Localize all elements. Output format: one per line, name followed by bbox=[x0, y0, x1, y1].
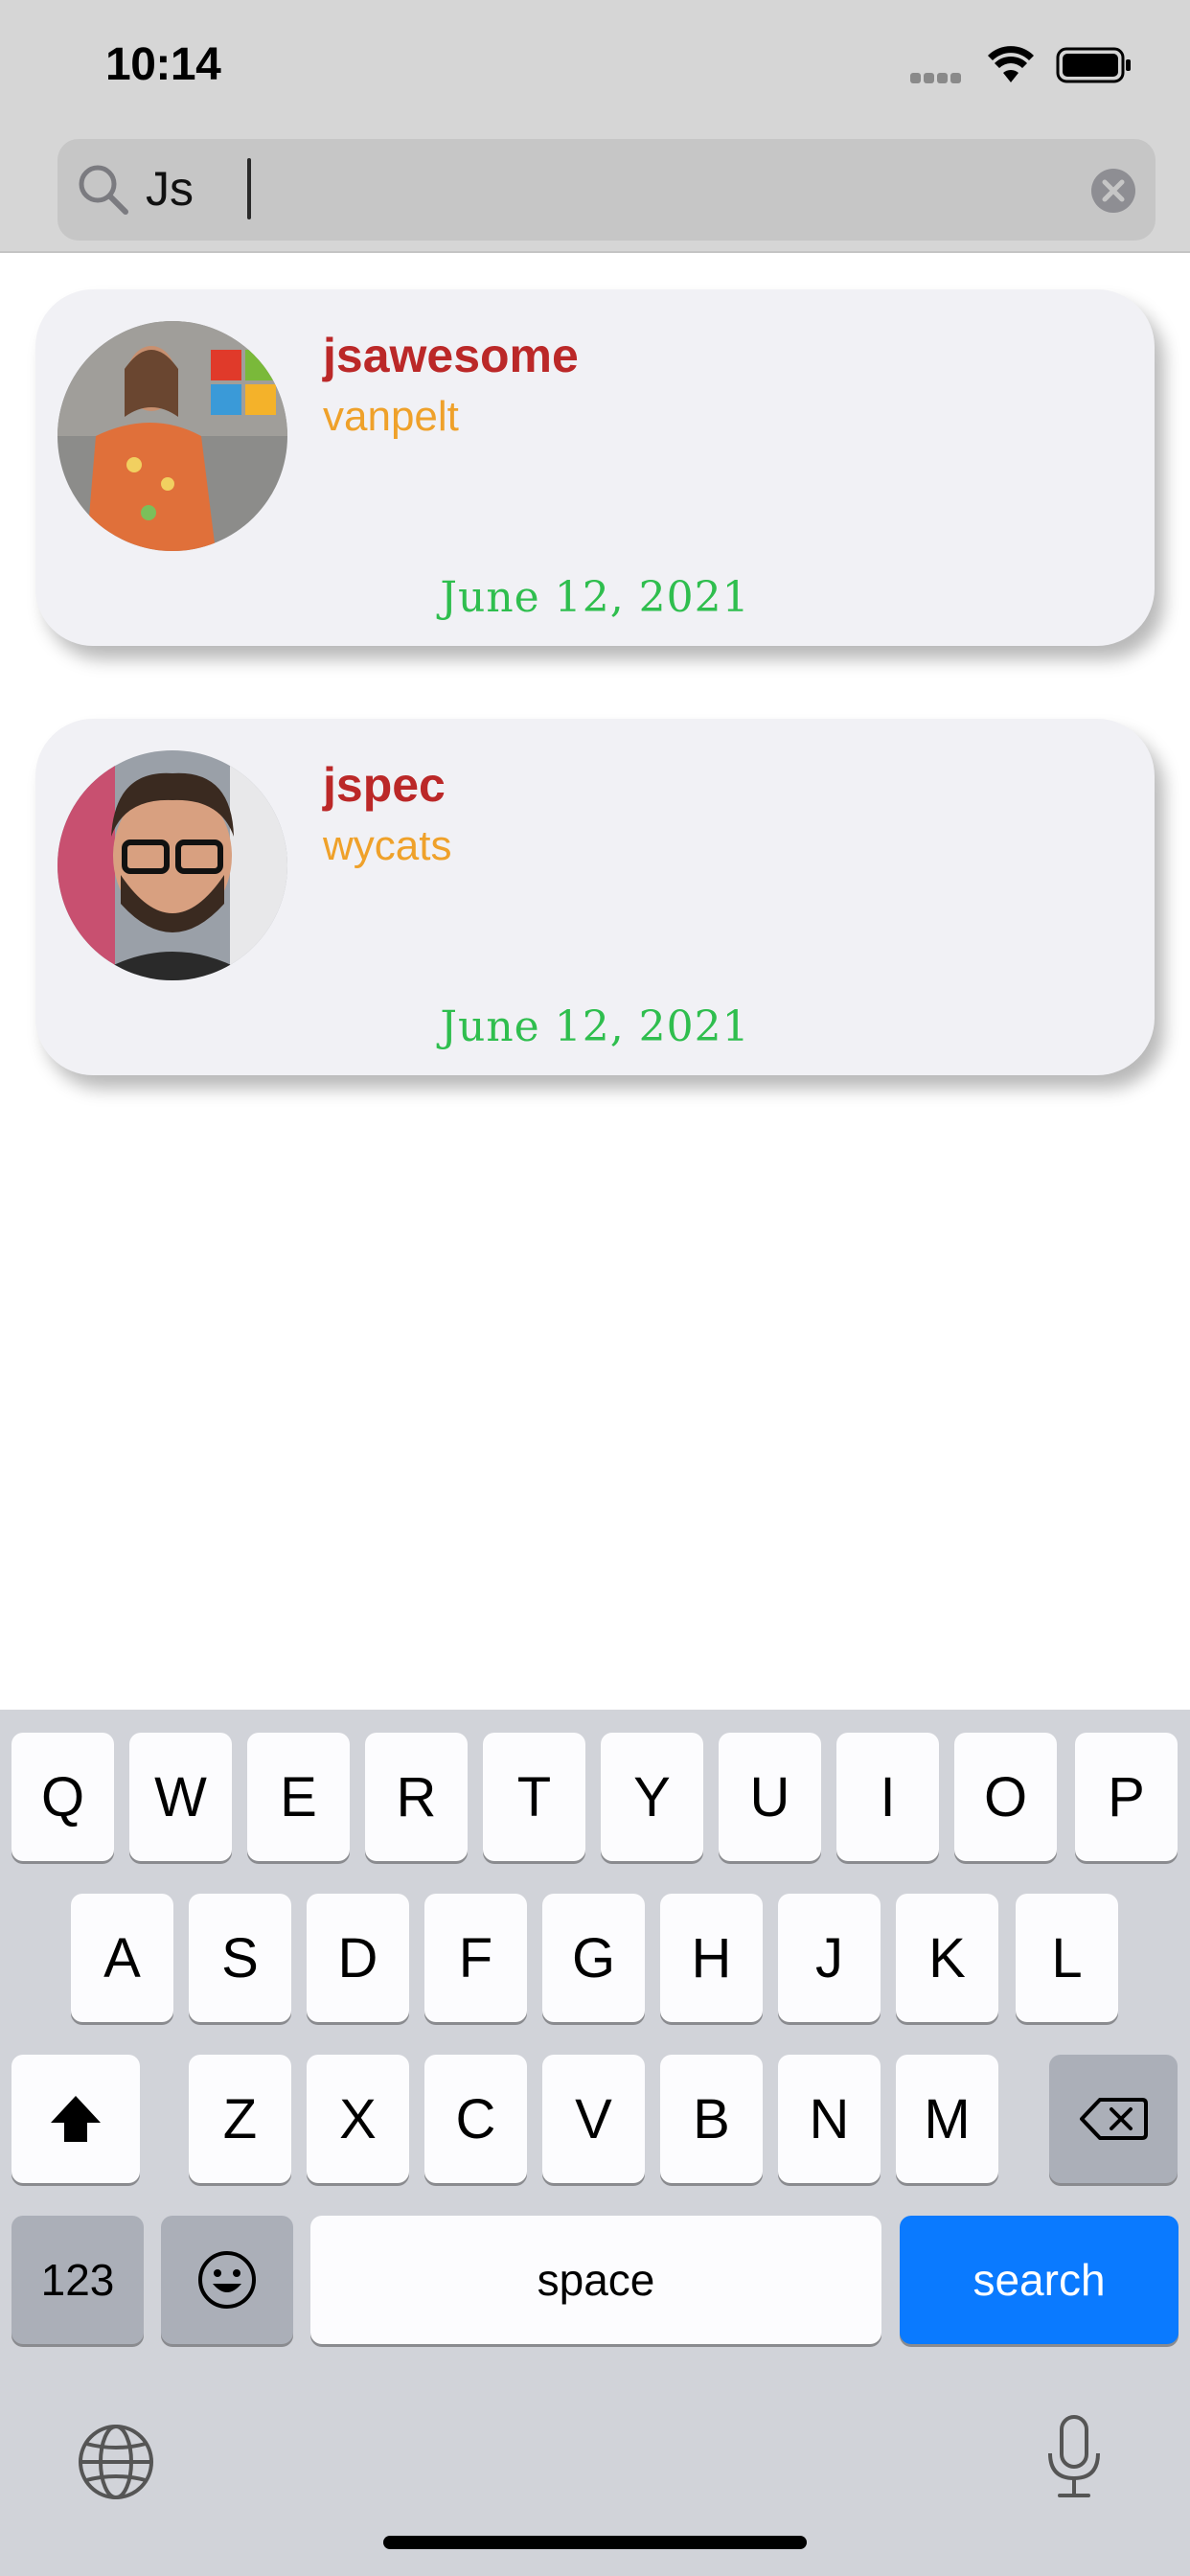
clear-search-icon[interactable] bbox=[1090, 168, 1136, 214]
key-s[interactable]: S bbox=[189, 1894, 291, 2022]
key-f[interactable]: F bbox=[424, 1894, 527, 2022]
username: jspec bbox=[323, 758, 446, 812]
search-key[interactable]: search bbox=[900, 2216, 1179, 2344]
key-g[interactable]: G bbox=[542, 1894, 645, 2022]
date-text: June 12, 2021 bbox=[440, 573, 750, 622]
search-icon bbox=[79, 165, 128, 215]
avatar bbox=[57, 321, 287, 551]
key-a[interactable]: A bbox=[71, 1894, 173, 2022]
key-r[interactable]: R bbox=[365, 1733, 468, 1861]
text-cursor bbox=[247, 158, 251, 219]
microphone-icon[interactable] bbox=[1044, 2413, 1104, 2501]
home-indicator[interactable] bbox=[383, 2536, 807, 2549]
space-key[interactable]: space bbox=[310, 2216, 881, 2344]
key-c[interactable]: C bbox=[424, 2055, 527, 2183]
key-e[interactable]: E bbox=[247, 1733, 350, 1861]
key-b[interactable]: B bbox=[660, 2055, 763, 2183]
status-time: 10:14 bbox=[105, 39, 221, 90]
cellular-signal-icon bbox=[910, 71, 964, 88]
key-d[interactable]: D bbox=[307, 1894, 409, 2022]
search-input[interactable]: Js bbox=[146, 160, 194, 218]
key-h[interactable]: H bbox=[660, 1894, 763, 2022]
key-u[interactable]: U bbox=[719, 1733, 821, 1861]
date-label: June 12, 2021 bbox=[35, 1002, 1155, 1051]
key-v[interactable]: V bbox=[542, 2055, 645, 2183]
numbers-key[interactable]: 123 bbox=[11, 2216, 144, 2344]
key-j[interactable]: J bbox=[778, 1894, 881, 2022]
avatar bbox=[57, 750, 287, 980]
search-bar[interactable]: Js bbox=[57, 139, 1156, 241]
username: jsawesome bbox=[323, 329, 579, 382]
key-m[interactable]: M bbox=[896, 2055, 998, 2183]
globe-icon[interactable] bbox=[77, 2423, 155, 2501]
battery-icon bbox=[1056, 47, 1131, 83]
key-k[interactable]: K bbox=[896, 1894, 998, 2022]
result-card[interactable]: jsawesome vanpelt June 12, 2021 bbox=[35, 289, 1155, 646]
shift-icon bbox=[51, 2096, 101, 2142]
emoji-key[interactable] bbox=[161, 2216, 293, 2344]
key-n[interactable]: N bbox=[778, 2055, 881, 2183]
delete-icon bbox=[1080, 2098, 1148, 2140]
key-p[interactable]: P bbox=[1075, 1733, 1178, 1861]
date-text: June 12, 2021 bbox=[440, 1002, 750, 1051]
key-l[interactable]: L bbox=[1016, 1894, 1118, 2022]
shift-key[interactable] bbox=[11, 2055, 140, 2183]
key-o[interactable]: O bbox=[954, 1733, 1057, 1861]
key-q[interactable]: Q bbox=[11, 1733, 114, 1861]
delete-key[interactable] bbox=[1049, 2055, 1178, 2183]
key-x[interactable]: X bbox=[307, 2055, 409, 2183]
owner-name: vanpelt bbox=[323, 393, 459, 440]
navigation-header: 10:14 Js bbox=[0, 0, 1190, 253]
wifi-icon bbox=[988, 46, 1034, 82]
key-z[interactable]: Z bbox=[189, 2055, 291, 2183]
key-w[interactable]: W bbox=[129, 1733, 232, 1861]
result-card[interactable]: jspec wycats June 12, 2021 bbox=[35, 719, 1155, 1075]
status-icons bbox=[807, 0, 1190, 134]
key-y[interactable]: Y bbox=[601, 1733, 703, 1861]
key-t[interactable]: T bbox=[483, 1733, 585, 1861]
key-i[interactable]: I bbox=[836, 1733, 939, 1861]
owner-name: wycats bbox=[323, 822, 452, 869]
emoji-icon bbox=[198, 2251, 256, 2309]
date-label: June 12, 2021 bbox=[35, 573, 1155, 622]
